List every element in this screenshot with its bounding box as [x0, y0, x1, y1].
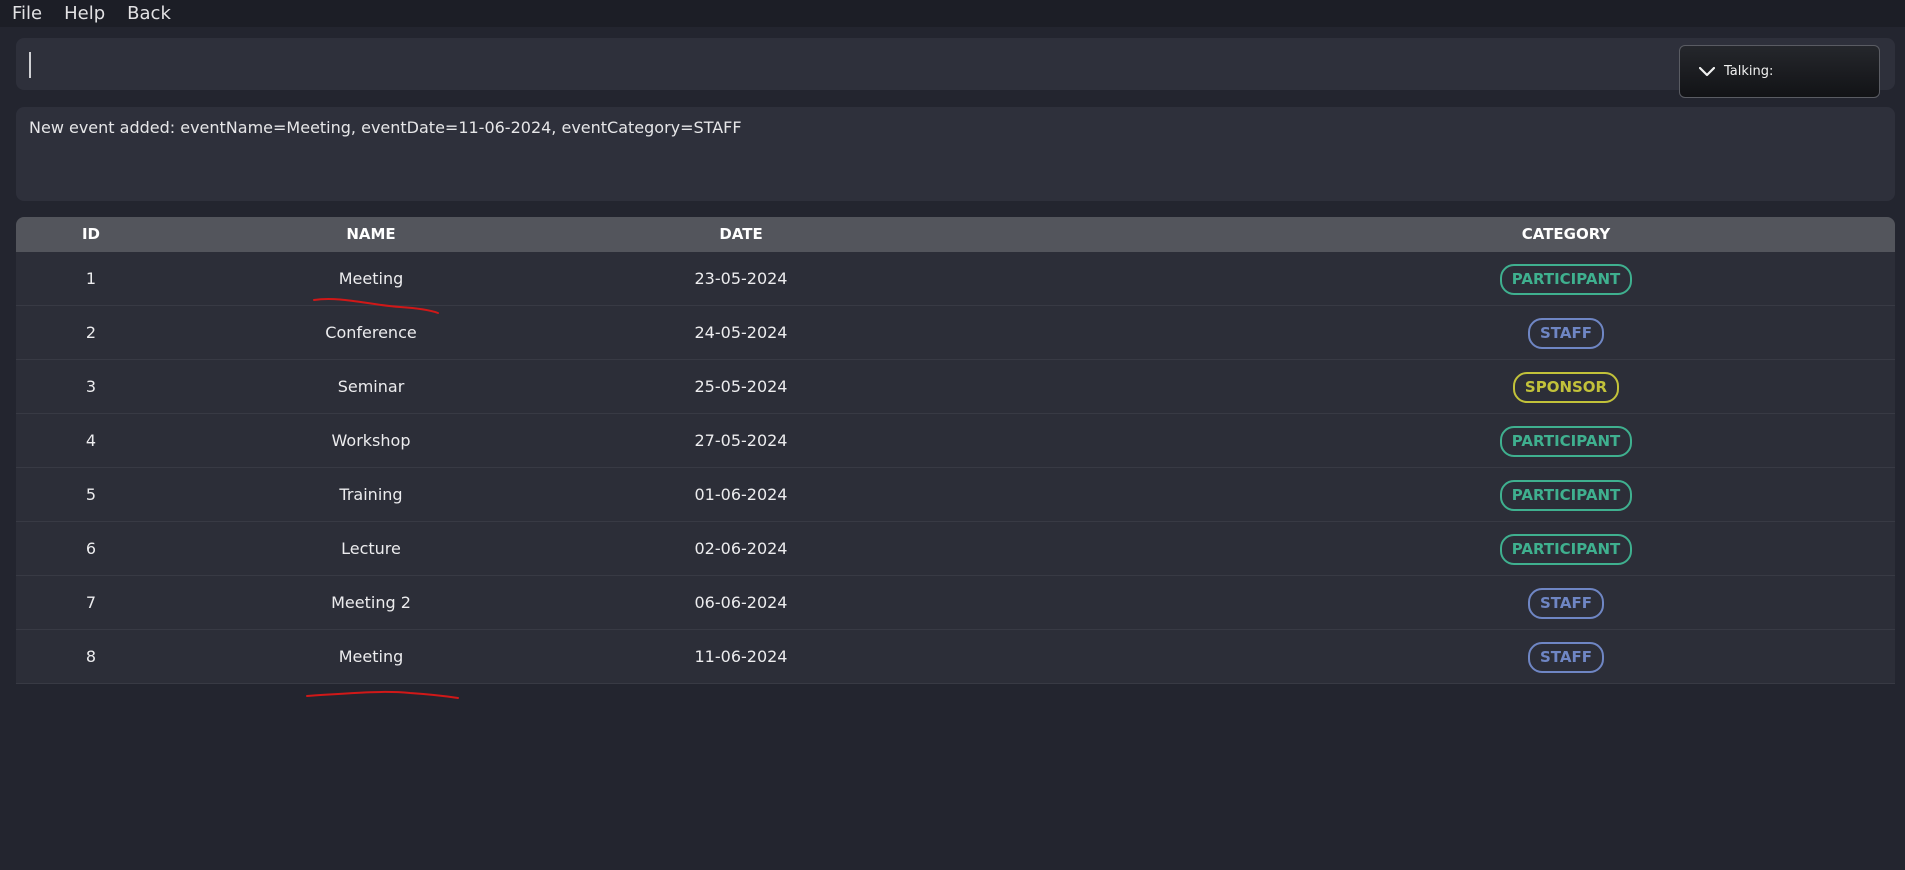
cell-date: 23-05-2024 — [694, 269, 788, 288]
cell-name: Workshop — [331, 431, 411, 450]
header-name[interactable]: NAME — [236, 217, 506, 252]
category-badge: STAFF — [1528, 588, 1604, 619]
cell-name: Training — [339, 485, 403, 504]
table-row[interactable]: 5 Training 01-06-2024 PARTICIPANT — [16, 468, 1895, 522]
cell-id: 2 — [85, 323, 97, 342]
cell-id: 8 — [85, 647, 97, 666]
cell-id: 4 — [85, 431, 97, 450]
menu-file[interactable]: File — [12, 3, 42, 24]
cell-name: Meeting 2 — [331, 593, 411, 612]
menu-back[interactable]: Back — [127, 3, 171, 24]
event-table: ID NAME DATE CATEGORY 1 Meeting 23-05-20… — [16, 217, 1895, 687]
category-badge: PARTICIPANT — [1499, 480, 1633, 511]
cell-category: PARTICIPANT — [1416, 522, 1716, 575]
cell-id: 5 — [85, 485, 97, 504]
command-input[interactable] — [32, 46, 1632, 82]
cell-name: Lecture — [341, 539, 401, 558]
table-row[interactable]: 4 Workshop 27-05-2024 PARTICIPANT — [16, 414, 1895, 468]
table-row[interactable]: 8 Meeting 11-06-2024 STAFF — [16, 630, 1895, 684]
category-badge: SPONSOR — [1512, 372, 1620, 403]
text-caret — [29, 52, 31, 78]
cell-date: 06-06-2024 — [694, 593, 788, 612]
table-row[interactable]: 6 Lecture 02-06-2024 PARTICIPANT — [16, 522, 1895, 576]
cell-name: Meeting — [338, 647, 404, 666]
cell-category: SPONSOR — [1416, 360, 1716, 413]
command-box — [16, 38, 1895, 90]
cell-category: PARTICIPANT — [1416, 468, 1716, 521]
cell-date: 25-05-2024 — [694, 377, 788, 396]
cell-date: 11-06-2024 — [694, 647, 788, 666]
cell-date: 02-06-2024 — [694, 539, 788, 558]
cell-id: 6 — [85, 539, 97, 558]
chevron-down-icon — [1699, 66, 1715, 76]
category-badge: PARTICIPANT — [1499, 426, 1633, 457]
table-row[interactable]: 3 Seminar 25-05-2024 SPONSOR — [16, 360, 1895, 414]
cell-category: STAFF — [1416, 306, 1716, 359]
cell-category: STAFF — [1416, 576, 1716, 629]
cell-name: Seminar — [337, 377, 405, 396]
cell-id: 1 — [85, 269, 97, 288]
header-date[interactable]: DATE — [616, 217, 866, 252]
menu-help[interactable]: Help — [64, 3, 105, 24]
header-category[interactable]: CATEGORY — [1416, 217, 1716, 252]
talking-label: Talking: — [1724, 64, 1774, 79]
header-id[interactable]: ID — [16, 217, 166, 252]
cell-date: 24-05-2024 — [694, 323, 788, 342]
cell-id: 3 — [85, 377, 97, 396]
cell-category: PARTICIPANT — [1416, 252, 1716, 305]
table-row[interactable]: 1 Meeting 23-05-2024 PARTICIPANT — [16, 252, 1895, 306]
cell-category: PARTICIPANT — [1416, 414, 1716, 467]
result-display: New event added: eventName=Meeting, even… — [16, 107, 1895, 201]
table-header: ID NAME DATE CATEGORY — [16, 217, 1895, 252]
category-badge: PARTICIPANT — [1499, 534, 1633, 565]
cell-date: 27-05-2024 — [694, 431, 788, 450]
category-badge: PARTICIPANT — [1499, 264, 1633, 295]
cell-category: STAFF — [1416, 630, 1716, 683]
cell-date: 01-06-2024 — [694, 485, 788, 504]
result-message: New event added: eventName=Meeting, even… — [29, 118, 742, 137]
table-row[interactable]: 2 Conference 24-05-2024 STAFF — [16, 306, 1895, 360]
cell-id: 7 — [85, 593, 97, 612]
category-badge: STAFF — [1528, 318, 1604, 349]
cell-name: Meeting — [338, 269, 404, 288]
talking-dropdown[interactable]: Talking: — [1679, 45, 1880, 98]
cell-name: Conference — [325, 323, 417, 342]
menu-bar: File Help Back — [0, 0, 1905, 27]
table-row[interactable]: 7 Meeting 2 06-06-2024 STAFF — [16, 576, 1895, 630]
underline-annotation-row8 — [306, 690, 459, 699]
category-badge: STAFF — [1528, 642, 1604, 673]
